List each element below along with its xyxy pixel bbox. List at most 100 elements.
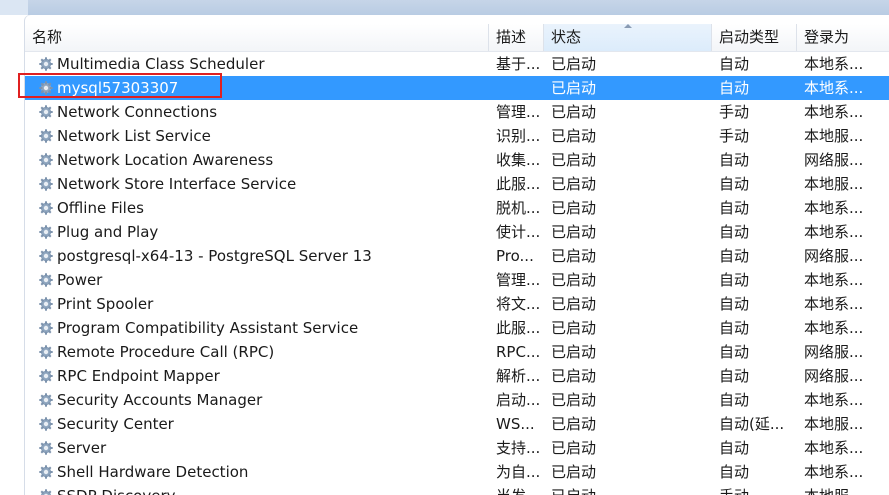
service-description: WS... (496, 412, 546, 436)
gear-icon (39, 297, 53, 311)
service-name: RPC Endpoint Mapper (39, 364, 499, 388)
service-description: 解析... (496, 364, 546, 388)
service-log-on-as-text: 本地系... (804, 439, 864, 457)
service-description-text: 识别... (496, 127, 541, 145)
gear-icon (39, 417, 53, 431)
sort-ascending-icon (623, 24, 632, 28)
service-row[interactable]: Program Compatibility Assistant Service 此… (25, 316, 889, 340)
service-log-on-as: 网络服... (804, 244, 889, 268)
service-description: RPC... (496, 340, 546, 364)
service-row[interactable]: Network Connections 管理... 已启动 手动 本地系... (25, 100, 889, 124)
service-log-on-as-text: 网络服... (804, 151, 864, 169)
service-name-text: Security Center (57, 415, 174, 433)
service-description-text: 此服... (496, 175, 541, 193)
column-header-log-on-as[interactable]: 登录为 (797, 24, 889, 51)
column-header-description[interactable]: 描述 (489, 24, 544, 51)
service-log-on-as-text: 本地系... (804, 295, 864, 313)
service-row[interactable]: Server 支持... 已启动 自动 本地系... (25, 436, 889, 460)
service-row[interactable]: SSDP Discovery 当发... 已启动 手动 本地服... (25, 484, 889, 495)
service-status: 已启动 (551, 316, 711, 340)
service-name-text: postgresql-x64-13 - PostgreSQL Server 13 (57, 247, 372, 265)
service-status-text: 已启动 (551, 487, 596, 495)
service-name-text: Network Location Awareness (57, 151, 274, 169)
service-name: Server (39, 436, 499, 460)
service-description (496, 76, 546, 100)
service-log-on-as-text: 本地系... (804, 271, 864, 289)
service-row[interactable]: mysql57303307 已启动 自动 本地系... (25, 76, 889, 100)
service-startup-type-text: 自动 (719, 151, 750, 169)
service-description-text: 支持... (496, 439, 541, 457)
service-status-text: 已启动 (551, 367, 597, 385)
service-startup-type: 自动 (719, 244, 801, 268)
service-row[interactable]: postgresql-x64-13 - PostgreSQL Server 13… (25, 244, 889, 268)
service-log-on-as-text: 本地系... (804, 55, 864, 73)
service-status: 已启动 (551, 220, 711, 244)
service-log-on-as: 本地服... (804, 412, 889, 436)
service-description-text: 当发... (496, 487, 540, 495)
gear-icon (39, 81, 53, 95)
service-startup-type-text: 自动 (719, 367, 750, 385)
service-startup-type-text: 自动 (719, 391, 750, 409)
service-row[interactable]: Remote Procedure Call (RPC) RPC... 已启动 自动 网络… (25, 340, 889, 364)
service-row[interactable]: Security Accounts Manager 启动... 已启动 自动 本地系..… (25, 388, 889, 412)
service-name-text: Network Connections (57, 103, 218, 121)
service-description: 此服... (496, 316, 546, 340)
gear-icon (39, 249, 53, 263)
service-row[interactable]: Network List Service 识别... 已启动 手动 本地服... (25, 124, 889, 148)
service-row[interactable]: Plug and Play 使计... 已启动 自动 本地系... (25, 220, 889, 244)
service-description-text: 此服... (496, 319, 541, 337)
column-header-log-on-as-label: 登录为 (804, 28, 850, 46)
services-list-view[interactable]: 名称 描述 状态 启动类型 登录为 Multimedia Class Sched… (25, 15, 889, 495)
service-log-on-as: 网络服... (804, 364, 889, 388)
service-row[interactable]: Security Center WS... 已启动 自动(延... 本地服... (25, 412, 889, 436)
service-description-text: WS... (496, 415, 535, 433)
service-name-text: Security Accounts Manager (57, 391, 263, 409)
service-row[interactable]: Network Location Awareness 收集... 已启动 自动 网络服.… (25, 148, 889, 172)
service-name: Network Location Awareness (39, 148, 499, 172)
column-header-status[interactable]: 状态 (544, 24, 712, 51)
service-row[interactable]: RPC Endpoint Mapper 解析... 已启动 自动 网络服... (25, 364, 889, 388)
service-status: 已启动 (551, 100, 711, 124)
service-status: 已启动 (551, 268, 711, 292)
window-left-edge (0, 0, 28, 15)
service-status-text: 已启动 (551, 55, 597, 73)
service-name-text: Network List Service (57, 127, 211, 145)
service-row[interactable]: Power 管理... 已启动 自动 本地系... (25, 268, 889, 292)
service-startup-type: 自动 (719, 220, 801, 244)
service-startup-type: 自动 (719, 460, 801, 484)
gear-icon (39, 465, 53, 479)
service-row[interactable]: Network Store Interface Service 此服... 已启动 自… (25, 172, 889, 196)
service-row[interactable]: Multimedia Class Scheduler 基于... 已启动 自动 本地系.… (25, 52, 889, 76)
service-startup-type: 自动(延... (719, 412, 801, 436)
gear-icon (39, 177, 53, 191)
service-status-text: 已启动 (551, 199, 597, 217)
service-description-text: 为自... (496, 463, 541, 481)
column-header-bar: 名称 描述 状态 启动类型 登录为 (25, 24, 889, 52)
service-log-on-as: 本地系... (804, 52, 889, 76)
service-row[interactable]: Shell Hardware Detection 为自... 已启动 自动 本地系... (25, 460, 889, 484)
service-name: Print Spooler (39, 292, 499, 316)
service-startup-type: 自动 (719, 292, 801, 316)
service-log-on-as: 本地系... (804, 292, 889, 316)
service-name: Power (39, 268, 499, 292)
service-log-on-as-text: 网络服... (804, 367, 864, 385)
service-startup-type-text: 自动 (719, 271, 750, 289)
service-description-text: 将文... (496, 295, 541, 313)
gear-icon (39, 129, 53, 143)
service-startup-type-text: 自动 (719, 79, 750, 97)
service-log-on-as: 本地系... (804, 196, 889, 220)
column-header-name[interactable]: 名称 (25, 24, 489, 51)
service-description-text: RPC... (496, 343, 541, 361)
service-name: Shell Hardware Detection (39, 460, 499, 484)
service-description: 为自... (496, 460, 546, 484)
service-name: SSDP Discovery (39, 484, 499, 495)
service-startup-type: 手动 (719, 100, 801, 124)
service-startup-type: 手动 (719, 484, 801, 495)
service-row[interactable]: Print Spooler 将文... 已启动 自动 本地系... (25, 292, 889, 316)
service-row[interactable]: Offline Files 脱机... 已启动 自动 本地系... (25, 196, 889, 220)
column-header-startup-type-label: 启动类型 (719, 28, 780, 46)
column-header-startup-type[interactable]: 启动类型 (712, 24, 797, 51)
service-status-text: 已启动 (551, 223, 597, 241)
service-name-text: Multimedia Class Scheduler (57, 55, 265, 73)
service-status: 已启动 (551, 340, 711, 364)
